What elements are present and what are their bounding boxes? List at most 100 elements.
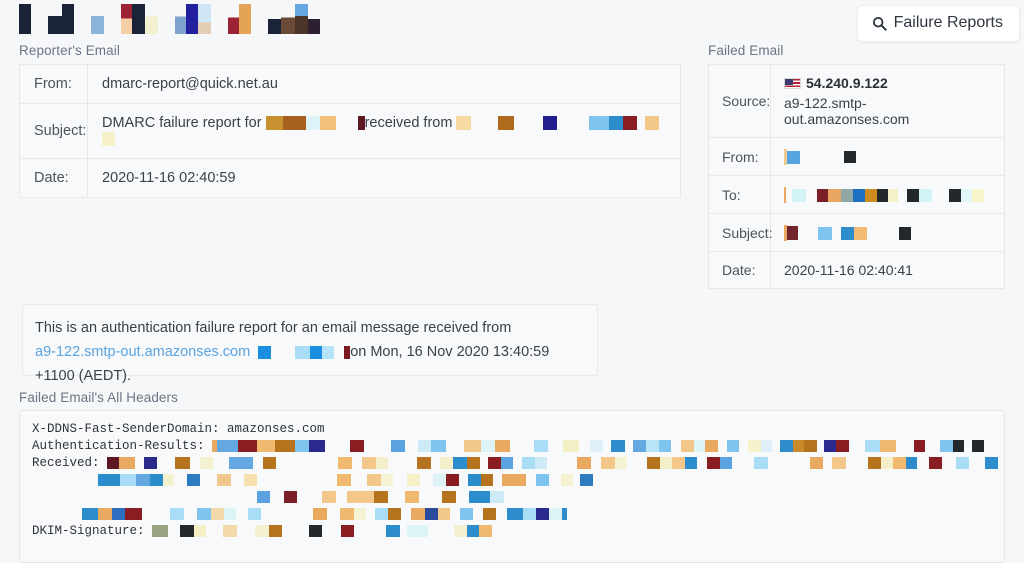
breadcrumb-item[interactable] [121, 4, 158, 34]
redaction-block [438, 508, 450, 520]
redaction-block [705, 440, 719, 452]
breadcrumb-item[interactable] [268, 4, 320, 34]
redaction-block [446, 474, 459, 486]
page-root: Failure Reports Reporter's Email From: d… [0, 0, 1024, 563]
redaction-block [341, 525, 355, 537]
redaction-block [589, 116, 610, 131]
redaction-block [853, 188, 865, 202]
redaction-block [660, 457, 673, 469]
redaction-block [308, 4, 320, 34]
redaction-block [854, 226, 867, 240]
redaction-block [536, 474, 549, 486]
redaction-block [175, 4, 186, 34]
source-host-link[interactable]: a9-122.smtp-out.amazonses.com [35, 344, 250, 360]
redaction-block [748, 440, 762, 452]
subject-text-part2: received from [364, 115, 457, 131]
redaction-block [305, 116, 320, 131]
redaction-block [198, 4, 211, 34]
redaction-block [357, 116, 365, 131]
redaction-block [338, 457, 353, 469]
redaction-block [985, 457, 999, 469]
failure-reports-label: Failure Reports [893, 14, 1003, 31]
redaction-block [91, 4, 104, 34]
redaction-block [244, 474, 257, 486]
subject-text-part1: DMARC failure report for [102, 115, 266, 131]
header-line [32, 506, 1004, 523]
redaction-block [125, 508, 142, 520]
breadcrumb-item[interactable] [91, 4, 104, 34]
redaction-block [880, 440, 897, 452]
table-row: From: dmarc-report@quick.net.au [19, 64, 681, 104]
redaction-block [375, 508, 388, 520]
redaction-block [907, 188, 919, 202]
redaction-block [263, 457, 277, 469]
header-received-key: Received: [32, 456, 100, 470]
redaction-block [388, 508, 401, 520]
redaction-block [98, 508, 112, 520]
redaction-block [481, 474, 493, 486]
failed-email-headers-box[interactable]: X-DDNS-Fast-SenderDomain: amazonses.com … [19, 410, 1005, 563]
redaction-block [467, 457, 481, 469]
redaction-block [417, 457, 432, 469]
breadcrumb-item[interactable] [228, 4, 251, 34]
redaction-block [534, 440, 549, 452]
redaction-block [828, 188, 841, 202]
redaction-block [295, 440, 310, 452]
redaction-block [609, 116, 624, 131]
redaction-block [498, 116, 515, 131]
redaction-block [269, 525, 283, 537]
redaction-block [549, 508, 562, 520]
redaction-block [865, 188, 877, 202]
redaction-block [376, 457, 389, 469]
redaction-block [479, 525, 493, 537]
redaction-block [888, 188, 898, 202]
redaction-block [228, 4, 239, 34]
redaction-block [407, 474, 420, 486]
redaction-block [309, 525, 323, 537]
redaction-block [623, 116, 638, 131]
breadcrumb-item[interactable] [48, 4, 74, 34]
authentication-failure-notice: This is an authentication failure report… [22, 304, 598, 384]
redaction-block [224, 508, 236, 520]
redaction-block [836, 440, 850, 452]
row-value [771, 176, 1005, 214]
breadcrumb-item[interactable] [175, 4, 211, 34]
row-key: Source: [708, 64, 771, 138]
redaction-block [295, 345, 311, 359]
redaction-block [972, 188, 984, 202]
redaction-block [284, 491, 297, 503]
row-key: Subject: [19, 103, 88, 159]
redaction-block [340, 508, 354, 520]
redaction-block [281, 4, 295, 34]
redaction-block [646, 440, 660, 452]
redaction-block [906, 457, 918, 469]
row-value: 2020-11-16 02:40:41 [784, 262, 913, 278]
redaction-block [914, 440, 926, 452]
redaction-block [495, 440, 511, 452]
failure-reports-button[interactable]: Failure Reports [856, 5, 1020, 42]
redaction-block [469, 491, 490, 503]
redaction-block [818, 226, 832, 240]
redaction-block [972, 440, 985, 452]
redaction-block [275, 440, 296, 452]
redaction-block [310, 345, 323, 359]
row-key: From: [19, 64, 88, 104]
failed-section-label: Failed Email [708, 43, 784, 58]
redaction-block [456, 116, 472, 131]
reporter-section-label: Reporter's Email [19, 43, 120, 58]
redaction-block [112, 508, 125, 520]
redaction-block [238, 440, 258, 452]
redaction-block [175, 457, 191, 469]
redaction-block [381, 474, 393, 486]
redaction-block [793, 440, 805, 452]
row-key: Date: [708, 251, 771, 289]
redaction-block [561, 474, 573, 486]
breadcrumb-item[interactable] [19, 4, 31, 34]
redaction-block [163, 474, 174, 486]
row-value: DMARC failure report for received from [88, 104, 681, 159]
redaction-block [313, 508, 327, 520]
redaction-block [601, 457, 616, 469]
redaction-block [454, 525, 468, 537]
redaction-block [145, 4, 158, 34]
redaction-block [295, 4, 308, 34]
